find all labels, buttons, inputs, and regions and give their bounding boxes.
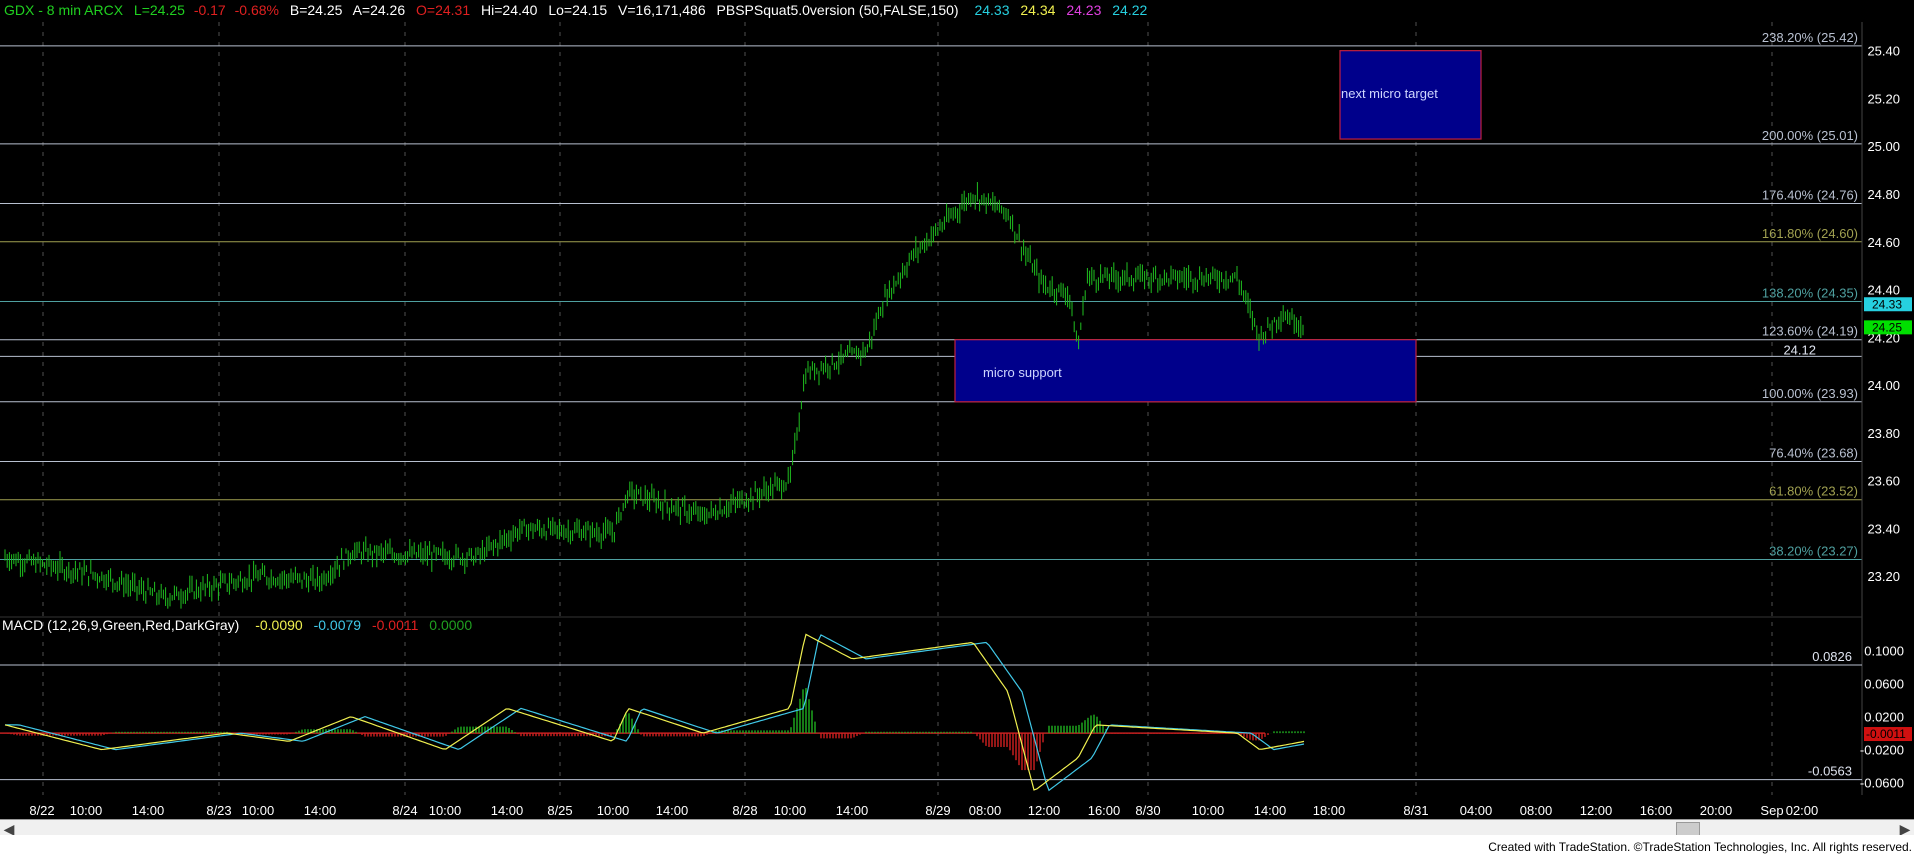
time-tick-label: 10:00 — [1192, 803, 1225, 818]
last-price: L=24.25 — [133, 2, 185, 18]
fib-label: 123.60% (24.19) — [1762, 324, 1858, 339]
time-tick-label: 20:00 — [1700, 803, 1733, 818]
time-tick-label: 10:00 — [429, 803, 462, 818]
macd-signal-line — [5, 634, 1305, 792]
macd-level-label: 0.0826 — [1812, 649, 1852, 664]
chart-header: GDX - 8 min ARCX L=24.25 -0.17 -0.68% B=… — [4, 2, 1154, 18]
time-tick-label: 14:00 — [304, 803, 337, 818]
time-tick-label: 14:00 — [491, 803, 524, 818]
price-tick-label: 25.20 — [1867, 91, 1900, 106]
macd-tick-label: 0.1000 — [1864, 644, 1904, 659]
last-price-tags: 24.33 24.25 — [1864, 297, 1912, 335]
time-tick-label: 8/30 — [1135, 803, 1160, 818]
last-price-tag-text: 24.33 — [1872, 297, 1902, 311]
price-tick-label: 24.60 — [1867, 235, 1900, 250]
indicator-value: 24.34 — [1020, 2, 1056, 18]
volume: V=16,171,486 — [618, 2, 706, 18]
time-tick-label: 08:00 — [969, 803, 1002, 818]
change-pct: -0.68% — [234, 2, 279, 18]
time-tick-label: 16:00 — [1640, 803, 1673, 818]
price-tick-label: 23.80 — [1867, 426, 1900, 441]
macd-value: 0.0000 — [429, 617, 473, 633]
time-axis: 8/22 10:00 14:00 8/23 10:00 14:00 8/24 10:00 14:… — [29, 803, 1818, 818]
macd-tick-label: 0.0200 — [1864, 710, 1904, 725]
price-chart[interactable]: 238.20% (25.42) 200.00% (25.01) 176.40% (2… — [0, 0, 1914, 856]
time-tick-label: 04:00 — [1460, 803, 1493, 818]
time-tick-label: 10:00 — [70, 803, 103, 818]
time-tick-label: 08:00 — [1520, 803, 1553, 818]
fib-label: 61.80% (23.52) — [1769, 484, 1858, 499]
macd-tick-label: -0.0600 — [1860, 776, 1904, 791]
last-price-tag-text: 24.25 — [1872, 320, 1902, 334]
time-tick-label: 8/22 — [29, 803, 54, 818]
credit-text: Created with TradeStation. ©TradeStation… — [1488, 840, 1912, 854]
time-tick-label: 12:00 — [1580, 803, 1613, 818]
macd-tick-label: -0.0200 — [1860, 743, 1904, 758]
fib-label: 176.40% (24.76) — [1762, 188, 1858, 203]
macd-value: -0.0090 — [255, 617, 303, 633]
fib-label: 76.40% (23.68) — [1769, 446, 1858, 461]
grid — [42, 22, 1773, 795]
open: O=24.31 — [416, 2, 471, 18]
time-tick-label: 10:00 — [242, 803, 275, 818]
macd-level-label: -0.0563 — [1808, 764, 1852, 779]
time-tick-label: 8/23 — [206, 803, 231, 818]
fib-label: 138.20% (24.35) — [1762, 285, 1858, 300]
change: -0.17 — [193, 2, 226, 18]
time-tick-label: 14:00 — [1254, 803, 1287, 818]
macd-tick-label: 0.0600 — [1864, 677, 1904, 692]
fib-label: 238.20% (25.42) — [1762, 30, 1858, 45]
time-tick-label: 18:00 — [1313, 803, 1346, 818]
time-tick-label: 14:00 — [656, 803, 689, 818]
time-tick-label: 8/31 — [1403, 803, 1428, 818]
bid: B=24.25 — [289, 2, 343, 18]
macd-label: MACD (12,26,9,Green,Red,DarkGray) — [2, 617, 240, 633]
fib-levels: 238.20% (25.42) 200.00% (25.01) 176.40% (2… — [0, 30, 1862, 560]
time-tick-label: 02:00 — [1786, 803, 1819, 818]
macd-header: MACD (12,26,9,Green,Red,DarkGray) -0.009… — [2, 617, 479, 633]
footer: Created with TradeStation. ©TradeStation… — [0, 835, 1914, 856]
time-tick-label: Sep — [1760, 803, 1783, 818]
support-box-label: micro support — [983, 365, 1062, 380]
fib-label: 38.20% (23.27) — [1769, 543, 1858, 558]
time-tick-label: 10:00 — [774, 803, 807, 818]
price-tick-label: 24.80 — [1867, 187, 1900, 202]
indicator-value: 24.23 — [1066, 2, 1102, 18]
macd-value: -0.0011 — [371, 617, 419, 633]
indicator-name: PBSPSquat5.0version (50,FALSE,150) — [716, 2, 959, 18]
high: Hi=24.40 — [481, 2, 538, 18]
price-tick-label: 24.40 — [1867, 283, 1900, 298]
annotation-boxes — [954, 50, 1482, 403]
fib-label: 161.80% (24.60) — [1762, 226, 1858, 241]
price-tick-label: 24.00 — [1867, 378, 1900, 393]
macd-current-tag-text: -0.0011 — [1866, 727, 1906, 741]
price-tick-label: 25.40 — [1867, 44, 1900, 59]
time-tick-label: 10:00 — [597, 803, 630, 818]
symbol: GDX - 8 min ARCX — [4, 2, 124, 18]
fib-label: 100.00% (23.93) — [1762, 386, 1858, 401]
fib-label: 200.00% (25.01) — [1762, 128, 1858, 143]
low: Lo=24.15 — [548, 2, 608, 18]
price-tick-label: 23.20 — [1867, 569, 1900, 584]
indicator-value: 24.22 — [1112, 2, 1148, 18]
ask: A=24.26 — [352, 2, 406, 18]
time-tick-label: 8/28 — [732, 803, 757, 818]
time-tick-label: 8/24 — [392, 803, 417, 818]
price-tick-label: 23.40 — [1867, 521, 1900, 536]
time-tick-label: 8/29 — [925, 803, 950, 818]
time-tick-label: 8/25 — [547, 803, 572, 818]
macd-panel: 0.0826 -0.0563 0.1000 0.0600 0.0200 -0.0200 -0… — [0, 616, 1912, 792]
macd-value: -0.0079 — [313, 617, 362, 633]
time-tick-label: 16:00 — [1088, 803, 1121, 818]
time-tick-label: 14:00 — [836, 803, 869, 818]
indicator-value: 24.33 — [974, 2, 1010, 18]
target-box-label: next micro target — [1341, 86, 1438, 101]
price-tick-label: 25.00 — [1867, 139, 1900, 154]
price-tick-label: 23.60 — [1867, 474, 1900, 489]
time-tick-label: 14:00 — [132, 803, 165, 818]
time-tick-label: 12:00 — [1028, 803, 1061, 818]
support-label: 24.12 — [1783, 342, 1816, 357]
